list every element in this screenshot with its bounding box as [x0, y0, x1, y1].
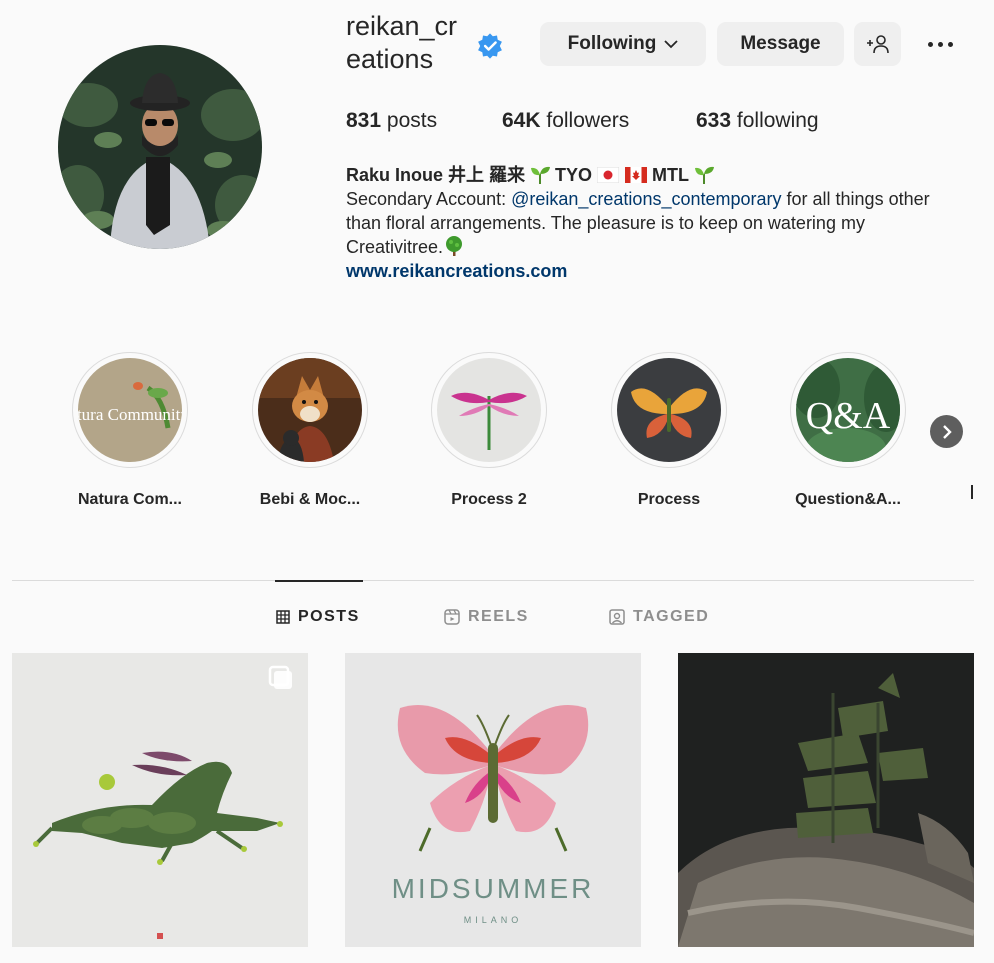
message-button[interactable]: Message	[717, 22, 844, 66]
chevron-right-icon	[942, 424, 952, 439]
highlights-next-button[interactable]	[930, 415, 963, 448]
tab-tagged[interactable]: TAGGED	[609, 606, 709, 628]
highlight-natura-community[interactable]: Natura Community Natura Com...	[55, 352, 205, 509]
tab-reels[interactable]: REELS	[444, 606, 529, 628]
tagged-icon	[609, 609, 625, 625]
tab-posts[interactable]: POSTS	[276, 606, 360, 628]
highlight-label: Question&A...	[795, 491, 901, 508]
seedling-icon	[531, 166, 551, 184]
canada-flag-icon	[625, 167, 648, 183]
post-thumbnail[interactable]	[678, 653, 974, 947]
highlight-image-text: Q&A	[806, 395, 891, 437]
profile-full-name: Raku Inoue 井上 羅来 TYO MTL	[346, 163, 966, 187]
verified-badge-icon	[478, 33, 502, 59]
highlight-label: Bebi & Moc...	[259, 491, 361, 508]
post-thumbnail[interactable]: MIDSUMMER MILANO	[345, 653, 641, 947]
highlight-label-partial	[971, 485, 973, 499]
reels-icon	[444, 609, 460, 625]
japan-flag-icon	[597, 167, 620, 183]
chevron-down-icon	[664, 39, 678, 48]
profile-avatar[interactable]	[58, 45, 262, 249]
following-button-label: Following	[567, 33, 657, 54]
website-link[interactable]: www.reikancreations.com	[346, 259, 966, 283]
more-options-icon[interactable]	[920, 28, 960, 60]
highlight-question-answer[interactable]: Q&A Question&A...	[773, 352, 923, 509]
highlight-image-text: Natura Community	[78, 405, 182, 424]
following-count[interactable]: 633 following	[696, 108, 819, 134]
active-tab-indicator	[275, 580, 363, 582]
grid-icon	[276, 610, 290, 624]
followers-count[interactable]: 64K followers	[502, 108, 629, 134]
highlight-label: Process	[637, 491, 701, 508]
suggest-similar-accounts-button[interactable]	[854, 22, 901, 66]
profile-bio: Raku Inoue 井上 羅来 TYO MTL Secondary Accou…	[346, 163, 966, 283]
posts-count: 831 posts	[346, 109, 438, 132]
seedling-icon	[695, 166, 715, 184]
highlight-label: Process 2	[451, 491, 527, 508]
highlight-process[interactable]: Process	[594, 352, 744, 509]
highlight-label: Natura Com...	[77, 491, 182, 508]
add-person-icon	[866, 35, 889, 54]
tabs-divider	[12, 580, 974, 581]
highlight-bebi-moc[interactable]: Bebi & Moc...	[235, 352, 385, 509]
post-subtitle: MILANO	[464, 915, 523, 925]
profile-username: reikan_creations	[346, 11, 458, 74]
bio-text: Secondary Account: @reikan_creations_con…	[346, 189, 930, 257]
highlight-process-2[interactable]: Process 2	[414, 352, 564, 509]
mention-link[interactable]: @reikan_creations_contemporary	[511, 189, 781, 209]
following-button[interactable]: Following	[540, 22, 706, 66]
tree-icon	[446, 236, 463, 256]
post-thumbnail[interactable]	[12, 653, 308, 947]
post-title: MIDSUMMER	[392, 873, 595, 904]
